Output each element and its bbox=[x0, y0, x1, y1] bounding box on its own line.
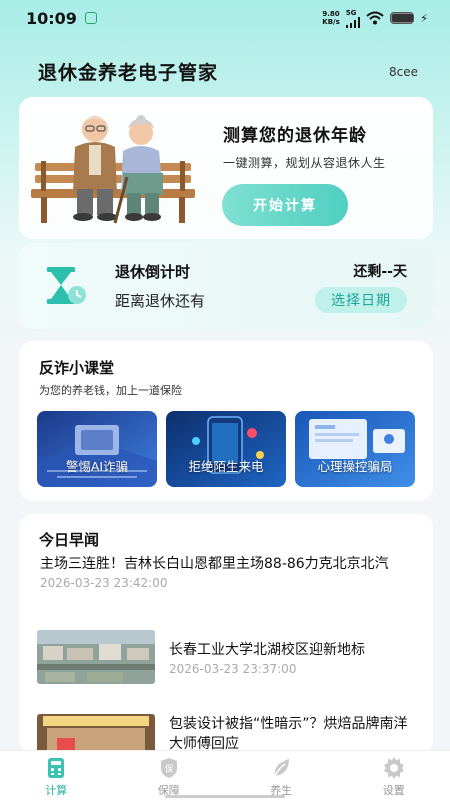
net-speed: 9.80 KB/s bbox=[322, 10, 339, 26]
elderly-couple-illustration bbox=[31, 115, 195, 224]
charging-icon: ⚡ bbox=[420, 11, 428, 25]
signal-icon bbox=[345, 16, 361, 28]
fraud-tile-call[interactable]: 拒绝陌生来电 bbox=[166, 411, 286, 487]
status-time: 10:09 bbox=[26, 8, 77, 28]
hero-subtitle: 一键测算，规划从容退休人生 bbox=[223, 156, 386, 170]
app-notification-icon bbox=[84, 12, 97, 24]
fraud-tile-ai[interactable]: 警惕AI诈骗 bbox=[37, 411, 157, 487]
hourglass-icon bbox=[47, 267, 86, 304]
status-bar: 10:09 9.80 KB/s 5G ⚡ bbox=[0, 0, 450, 36]
retirement-age-card: 测算您的退休年龄 一键测算，规划从容退休人生 开始计算 bbox=[19, 97, 433, 239]
news-heading: 今日早闻 bbox=[39, 531, 100, 549]
fraud-subtitle: 为您的养老钱，加上一道保险 bbox=[39, 384, 182, 397]
bakery-package-thumbnail bbox=[37, 714, 155, 754]
net-type: 5G bbox=[345, 8, 357, 17]
select-date-button[interactable]: 选择日期 bbox=[315, 287, 407, 313]
wifi-icon bbox=[366, 11, 384, 25]
news-title: 主场三连胜！吉林长白山恩都里主场88-86力克北京北汽 bbox=[40, 556, 389, 572]
news-item[interactable]: 包装设计被指“性暗示”？烘焙品牌南洋大师傅回应 bbox=[37, 714, 417, 754]
start-calculation-button[interactable]: 开始计算 bbox=[222, 184, 348, 226]
svg-text:保: 保 bbox=[164, 763, 173, 775]
countdown-subtitle: 距离退休还有 bbox=[115, 292, 206, 310]
ai-chip-image bbox=[37, 411, 157, 487]
news-date: 2026-03-23 23:42:00 bbox=[40, 576, 168, 590]
tab-label: 计算 bbox=[45, 784, 68, 797]
news-date: 2026-03-23 23:37:00 bbox=[169, 662, 297, 676]
tab-protection[interactable]: 保 保障 bbox=[113, 751, 226, 800]
tab-calculate[interactable]: 计算 bbox=[0, 751, 113, 800]
tab-label: 设置 bbox=[382, 784, 405, 797]
fraud-tile-label: 警惕AI诈骗 bbox=[65, 459, 129, 474]
tab-settings[interactable]: 设置 bbox=[338, 751, 450, 800]
campus-aerial-thumbnail bbox=[37, 630, 155, 684]
tab-wellness[interactable]: 养生 bbox=[225, 751, 338, 800]
news-item[interactable]: 主场三连胜！吉林长白山恩都里主场88-86力克北京北汽 2026-03-23 2… bbox=[40, 554, 412, 590]
app-code: 8cee bbox=[389, 64, 418, 79]
news-item[interactable]: 长春工业大学北湖校区迎新地标 2026-03-23 23:37:00 bbox=[37, 630, 417, 684]
battery-icon bbox=[390, 12, 415, 24]
leaf-icon bbox=[274, 759, 290, 777]
fraud-tile-manipulation[interactable]: 心理操控骗局 bbox=[295, 411, 415, 487]
retirement-countdown-card: 退休倒计时 距离退休还有 还剩--天 选择日期 bbox=[19, 243, 433, 329]
fraud-tile-label: 心理操控骗局 bbox=[317, 459, 393, 474]
news-card: 今日早闻 主场三连胜！吉林长白山恩都里主场88-86力克北京北汽 2026-03… bbox=[19, 514, 433, 754]
net-speed-value: 9.80 bbox=[322, 10, 340, 18]
countdown-title: 退休倒计时 bbox=[115, 263, 191, 281]
news-title: 长春工业大学北湖校区迎新地标 bbox=[169, 642, 365, 658]
news-title: 包装设计被指“性暗示”？烘焙品牌南洋大师傅回应 bbox=[169, 716, 408, 752]
fraud-tile-label: 拒绝陌生来电 bbox=[188, 459, 264, 474]
unknown-call-image bbox=[166, 411, 286, 487]
status-indicators: 9.80 KB/s 5G ⚡ bbox=[322, 9, 428, 28]
manipulation-scam-image bbox=[295, 411, 415, 487]
app-header: 退休金养老电子管家 8cee bbox=[38, 58, 418, 85]
shield-icon: 保 bbox=[160, 758, 177, 778]
home-indicator bbox=[165, 795, 285, 798]
bottom-tab-bar: 计算 保 保障 养生 设置 bbox=[0, 750, 450, 800]
fraud-title: 反诈小课堂 bbox=[39, 359, 115, 377]
gear-icon bbox=[383, 757, 404, 779]
net-speed-unit: KB/s bbox=[322, 18, 340, 26]
app-title: 退休金养老电子管家 bbox=[38, 62, 219, 84]
calculator-icon bbox=[48, 758, 65, 778]
hero-title: 测算您的退休年龄 bbox=[223, 126, 367, 146]
anti-fraud-card: 反诈小课堂 为您的养老钱，加上一道保险 警惕AI诈骗 拒绝陌生来电 心理操控骗局 bbox=[19, 341, 433, 501]
days-remaining: 还剩--天 bbox=[353, 264, 407, 280]
